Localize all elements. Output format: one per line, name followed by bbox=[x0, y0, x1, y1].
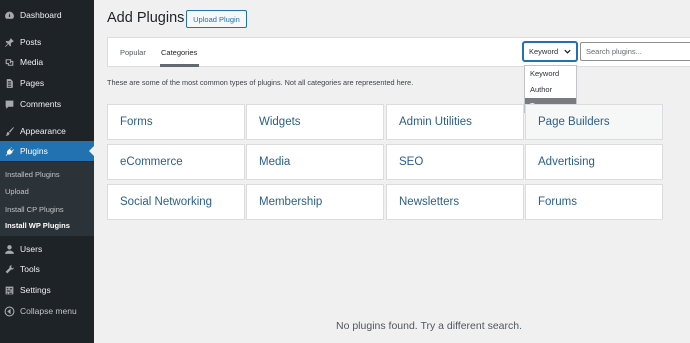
media-icon bbox=[4, 57, 15, 68]
category-ecommerce[interactable]: eCommerce bbox=[107, 144, 245, 180]
category-membership[interactable]: Membership bbox=[246, 184, 384, 220]
category-media[interactable]: Media bbox=[246, 144, 384, 180]
sidebar-item-plugins[interactable]: Plugins bbox=[0, 141, 94, 161]
category-page-builders[interactable]: Page Builders bbox=[525, 104, 663, 140]
pin-icon bbox=[4, 37, 15, 48]
category-social-networking[interactable]: Social Networking bbox=[107, 184, 245, 220]
sidebar-item-media[interactable]: Media bbox=[0, 52, 94, 72]
sidebar-item-label: Dashboard bbox=[20, 10, 62, 20]
comment-icon bbox=[4, 99, 15, 110]
settings-icon bbox=[4, 285, 15, 296]
sidebar-item-appearance[interactable]: Appearance bbox=[0, 121, 94, 141]
search-type-option-keyword[interactable]: Keyword bbox=[525, 66, 576, 81]
no-results-message: No plugins found. Try a different search… bbox=[336, 320, 522, 332]
category-forms[interactable]: Forms bbox=[107, 104, 245, 140]
sidebar-item-users[interactable]: Users bbox=[0, 239, 94, 259]
category-forums[interactable]: Forums bbox=[525, 184, 663, 220]
sidebar-item-label: Pages bbox=[20, 78, 45, 88]
plugins-submenu: Installed Plugins Upload Install CP Plug… bbox=[0, 162, 94, 236]
page-title: Add Plugins bbox=[107, 10, 185, 26]
brush-icon bbox=[4, 126, 15, 137]
sidebar-item-label: Media bbox=[20, 57, 44, 67]
sidebar-item-label: Appearance bbox=[20, 126, 66, 136]
sidebar-item-label: Collapse menu bbox=[20, 306, 77, 316]
category-admin-utilities[interactable]: Admin Utilities bbox=[386, 104, 524, 140]
search-input[interactable] bbox=[580, 42, 690, 61]
sidebar-item-label: Posts bbox=[20, 37, 42, 47]
dashboard-icon bbox=[4, 10, 15, 21]
sidebar-item-posts[interactable]: Posts bbox=[0, 32, 94, 52]
sidebar-item-label: Tools bbox=[20, 264, 40, 274]
chevron-down-icon bbox=[563, 47, 572, 58]
search-type-value: Keyword bbox=[529, 47, 559, 56]
sidebar-item-label: Settings bbox=[20, 285, 51, 295]
categories-description: These are some of the most common types … bbox=[107, 78, 414, 87]
submenu-upload[interactable]: Upload bbox=[5, 187, 29, 196]
category-seo[interactable]: SEO bbox=[386, 144, 524, 180]
tab-categories[interactable]: Categories bbox=[161, 48, 197, 57]
sidebar-item-pages[interactable]: Pages bbox=[0, 73, 94, 93]
collapse-icon bbox=[4, 306, 15, 317]
plugin-icon bbox=[4, 146, 15, 157]
user-icon bbox=[4, 244, 15, 255]
category-advertising[interactable]: Advertising bbox=[525, 144, 663, 180]
category-widgets[interactable]: Widgets bbox=[246, 104, 384, 140]
admin-sidebar: Dashboard Posts Media Pages Comments App… bbox=[0, 0, 94, 343]
search-type-option-author[interactable]: Author bbox=[525, 82, 576, 97]
sidebar-item-tools[interactable]: Tools bbox=[0, 259, 94, 279]
sidebar-item-label: Comments bbox=[20, 99, 62, 109]
search-type-select[interactable]: Keyword bbox=[523, 42, 577, 61]
sidebar-item-settings[interactable]: Settings bbox=[0, 280, 94, 300]
wrench-icon bbox=[4, 264, 15, 275]
sidebar-item-comments[interactable]: Comments bbox=[0, 94, 94, 114]
sidebar-item-label: Users bbox=[20, 244, 43, 254]
submenu-install-wp-plugins[interactable]: Install WP Plugins bbox=[5, 221, 70, 230]
upload-plugin-button[interactable]: Upload Plugin bbox=[186, 10, 247, 28]
pages-icon bbox=[4, 78, 15, 89]
active-tab-indicator bbox=[160, 64, 199, 67]
sidebar-item-label: Plugins bbox=[20, 146, 48, 156]
collapse-menu-button[interactable]: Collapse menu bbox=[0, 301, 94, 321]
sidebar-item-dashboard[interactable]: Dashboard bbox=[0, 5, 94, 25]
category-newsletters[interactable]: Newsletters bbox=[386, 184, 524, 220]
submenu-install-cp-plugins[interactable]: Install CP Plugins bbox=[5, 205, 64, 214]
tab-popular[interactable]: Popular bbox=[120, 48, 146, 57]
submenu-installed-plugins[interactable]: Installed Plugins bbox=[5, 170, 60, 179]
